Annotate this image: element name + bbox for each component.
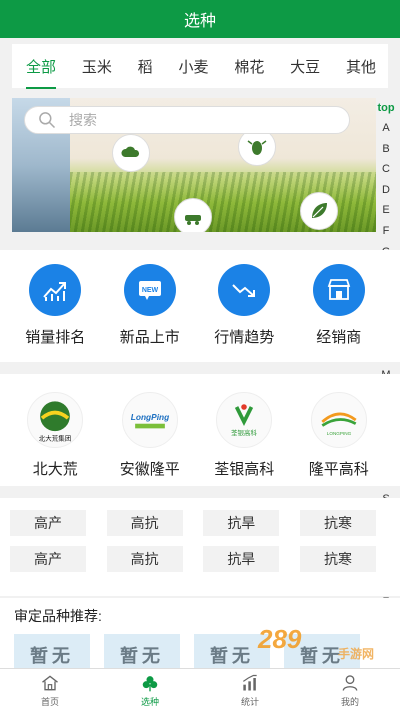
alpha-letter-f[interactable]: F <box>383 221 390 242</box>
category-tabs: 全部 玉米 稻 小麦 棉花 大豆 其他 <box>12 44 388 89</box>
search-icon <box>39 112 56 129</box>
tabbar-statistics[interactable]: 统计 <box>200 669 300 711</box>
page-title: 选种 <box>183 13 216 30</box>
app-header: 选种 <box>0 0 400 38</box>
tab-soybean[interactable]: 大豆 <box>290 52 320 81</box>
alpha-letter-e[interactable]: E <box>382 200 389 221</box>
tabbar-select-seed[interactable]: 选种 <box>100 669 200 711</box>
recommend-title: 审定品种推荐: <box>14 608 102 624</box>
tabbar-label: 选种 <box>140 696 159 707</box>
longping-logo: LongPing <box>121 392 178 448</box>
new-badge-icon: NEW <box>123 264 176 316</box>
search-bar[interactable]: 搜索 <box>24 106 350 134</box>
alpha-letter-a[interactable]: A <box>382 118 389 139</box>
clover-icon <box>142 675 158 691</box>
tabbar-label: 首页 <box>40 696 59 707</box>
watermark-subtext: 手游网 <box>337 647 374 661</box>
weather-icon <box>112 134 150 172</box>
feature-new-products[interactable]: NEW 新品上市 <box>106 264 194 347</box>
tag-cold-resistant[interactable]: 抗寒 <box>299 510 376 536</box>
watermark: 289 手游网 <box>258 624 378 664</box>
leaf-icon <box>300 192 338 230</box>
feature-dealers[interactable]: 经销商 <box>295 264 383 347</box>
tab-wheat[interactable]: 小麦 <box>178 52 208 81</box>
search-placeholder: 搜索 <box>69 112 97 128</box>
svg-text:LONGPING: LONGPING <box>327 431 352 436</box>
tag-high-resistance[interactable]: 高抗 <box>106 546 183 572</box>
watermark-text: 289 <box>258 624 302 654</box>
longping-hightech-logo: LONGPING <box>310 392 367 448</box>
svg-text:LongPing: LongPing <box>131 412 169 422</box>
alpha-letter-d[interactable]: D <box>382 180 390 201</box>
home-icon <box>42 674 58 690</box>
feature-market-trend[interactable]: 行情趋势 <box>200 264 288 347</box>
brand-label: 北大荒 <box>32 461 78 478</box>
tag-high-resistance[interactable]: 高抗 <box>106 510 183 536</box>
tab-corn[interactable]: 玉米 <box>82 52 112 81</box>
brand-anhui-longping[interactable]: LongPing 安徽隆平 <box>106 392 194 479</box>
tabbar-label: 我的 <box>340 696 359 707</box>
tag-drought-resistant[interactable]: 抗旱 <box>203 510 280 536</box>
recommend-card[interactable]: 暂无 <box>14 634 90 668</box>
svg-text:荃银高科: 荃银高科 <box>231 428 258 437</box>
beidahuang-logo: 北大荒集团 <box>27 392 84 448</box>
trend-down-icon <box>218 264 271 316</box>
brand-label: 荃银高科 <box>214 461 275 478</box>
alpha-letter-c[interactable]: C <box>382 159 390 180</box>
feature-label: 经销商 <box>316 329 362 346</box>
brand-section: 北大荒集团 北大荒 LongPing 安徽隆平 荃银高科 荃银高科 LONGPI… <box>0 374 400 486</box>
trait-tags-section: 高产 高抗 抗旱 抗寒 高产 高抗 抗旱 抗寒 <box>0 498 400 596</box>
store-icon <box>312 264 365 316</box>
tab-other[interactable]: 其他 <box>346 52 376 81</box>
svg-text:NEW: NEW <box>142 287 159 294</box>
feature-sales-ranking[interactable]: 销量排名 <box>11 264 99 347</box>
brand-quanyin[interactable]: 荃银高科 荃银高科 <box>200 392 288 479</box>
bottom-tab-bar: 首页 选种 统计 我的 <box>0 668 400 711</box>
feature-label: 销量排名 <box>25 329 86 346</box>
tabbar-mine[interactable]: 我的 <box>300 669 400 711</box>
svg-text:北大荒集团: 北大荒集团 <box>39 433 72 442</box>
tabbar-home[interactable]: 首页 <box>0 669 100 711</box>
brand-label: 安徽隆平 <box>119 461 180 478</box>
brand-label: 隆平高科 <box>308 461 369 478</box>
tab-rice[interactable]: 稻 <box>138 52 153 81</box>
tabbar-label: 统计 <box>240 696 259 707</box>
brand-beidahuang[interactable]: 北大荒集团 北大荒 <box>11 392 99 479</box>
alpha-top[interactable]: top <box>377 98 394 118</box>
tab-cotton[interactable]: 棉花 <box>234 52 264 81</box>
machine-icon <box>174 198 212 232</box>
feature-label: 行情趋势 <box>214 329 275 346</box>
tag-drought-resistant[interactable]: 抗旱 <box>203 546 280 572</box>
recommend-card[interactable]: 暂无 <box>104 634 180 668</box>
tag-high-yield[interactable]: 高产 <box>10 546 86 572</box>
feature-label: 新品上市 <box>119 329 180 346</box>
quanyin-logo: 荃银高科 <box>216 392 273 448</box>
stats-icon <box>243 674 257 690</box>
tag-high-yield[interactable]: 高产 <box>10 510 86 536</box>
feature-section: 销量排名 NEW 新品上市 行情趋势 经销商 <box>0 250 400 362</box>
tab-all[interactable]: 全部 <box>26 52 57 89</box>
category-tabs-container: 全部 玉米 稻 小麦 棉花 大豆 其他 <box>0 38 400 89</box>
chart-up-icon <box>29 264 82 316</box>
user-icon <box>342 674 358 691</box>
tag-cold-resistant[interactable]: 抗寒 <box>299 546 376 572</box>
alpha-letter-b[interactable]: B <box>382 139 389 160</box>
brand-longping-hightech[interactable]: LONGPING 隆平高科 <box>295 392 383 479</box>
